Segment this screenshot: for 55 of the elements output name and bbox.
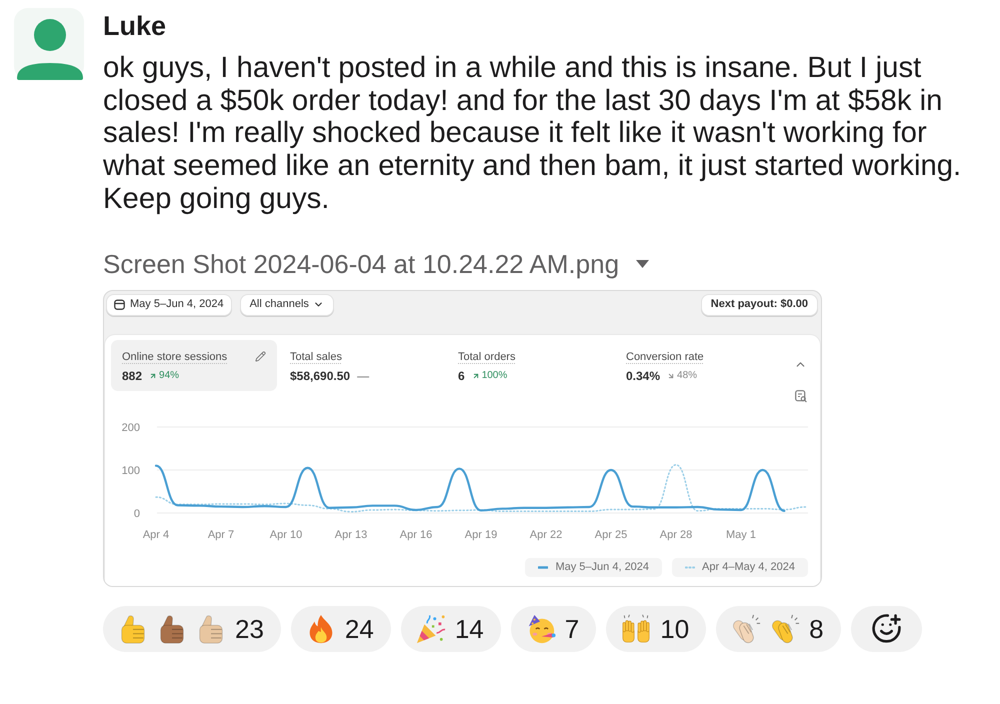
payout-button[interactable]: Next payout: $0.00 — [700, 294, 818, 316]
reaction-button[interactable]: 24 — [290, 606, 391, 652]
caret-icon[interactable] — [636, 260, 650, 268]
document-search-icon[interactable] — [794, 390, 806, 403]
metric-value: 6 — [458, 368, 465, 383]
x-axis-label: Apr 22 — [530, 528, 562, 541]
arrow-up-right-icon — [149, 372, 158, 380]
metric-change: 100% — [482, 370, 508, 382]
x-axis-label: Apr 19 — [464, 528, 498, 541]
metric-tab[interactable]: Conversion rate 0.34% 48% — [615, 340, 781, 391]
reaction-button[interactable]: 23 — [103, 606, 281, 652]
metric-label: Conversion rate — [626, 350, 704, 364]
metric-tab[interactable]: Total orders 6 100% — [447, 340, 613, 391]
file-name[interactable]: Screen Shot 2024-06-04 at 10.24.22 AM.png — [103, 250, 620, 278]
metric-tab[interactable]: Total sales $58,690.50 — — [279, 340, 445, 391]
message-text: ok guys, I haven't posted in a while and this is insane. But I just closed a $50k order today! and for the last 30 days I'm at $58k in sales! I'm really shocked because it felt like it wasn't working for what seemed like an eternity and then bam, it just started working. Keep going guys. — [103, 52, 962, 216]
reaction-button[interactable]: 7 — [510, 606, 596, 652]
x-axis-label: Apr 25 — [594, 528, 628, 541]
party-popper-icon — [416, 614, 446, 644]
legend-label: May 5–Jun 4, 2024 — [555, 560, 650, 574]
x-axis-label: Apr 16 — [400, 528, 432, 541]
metric-change: — — [357, 370, 370, 382]
calendar-icon — [114, 299, 125, 310]
arrow-down-right-icon — [667, 372, 676, 380]
arrow-up-right-icon — [472, 372, 480, 380]
metric-value: $58,690.50 — [290, 368, 350, 383]
metric-label: Total orders — [458, 350, 516, 364]
metric-change: 48% — [677, 370, 698, 382]
x-axis-label: Apr 7 — [208, 528, 234, 541]
y-axis-label: 200 — [122, 422, 140, 434]
x-axis-label: Apr 10 — [270, 528, 302, 541]
channel-filter-dropdown[interactable]: All channels — [240, 294, 334, 316]
x-axis-label: Apr 28 — [660, 528, 692, 541]
add-reaction-button[interactable] — [850, 606, 922, 652]
date-range-button[interactable]: May 5–Jun 4, 2024 — [106, 294, 232, 316]
y-axis-label: 0 — [134, 508, 140, 520]
reaction-button[interactable]: 8 — [716, 606, 841, 652]
x-axis-label: Apr 13 — [334, 528, 368, 541]
metric-label: Online store sessions — [122, 350, 228, 364]
x-axis-label: May 1 — [726, 528, 756, 541]
metric-value: 0.34% — [626, 368, 660, 383]
y-axis-label: 100 — [122, 464, 140, 477]
reaction-button[interactable]: 10 — [606, 606, 706, 652]
reaction-button[interactable]: 14 — [400, 606, 501, 652]
avatar-icon — [14, 8, 84, 80]
legend-label: Apr 4–May 4, 2024 — [702, 560, 795, 574]
metric-value: 882 — [122, 368, 142, 383]
x-axis-label: Apr 4 — [142, 528, 170, 541]
metric-label: Total sales — [290, 350, 342, 364]
author-name[interactable]: Luke — [103, 10, 166, 42]
metric-tab[interactable]: Online store sessions 882 94% — [111, 340, 277, 391]
pencil-icon[interactable] — [255, 351, 266, 362]
add-emoji-icon — [870, 613, 902, 644]
metric-change: 94% — [159, 370, 180, 382]
raising-hands-icon — [621, 614, 652, 644]
